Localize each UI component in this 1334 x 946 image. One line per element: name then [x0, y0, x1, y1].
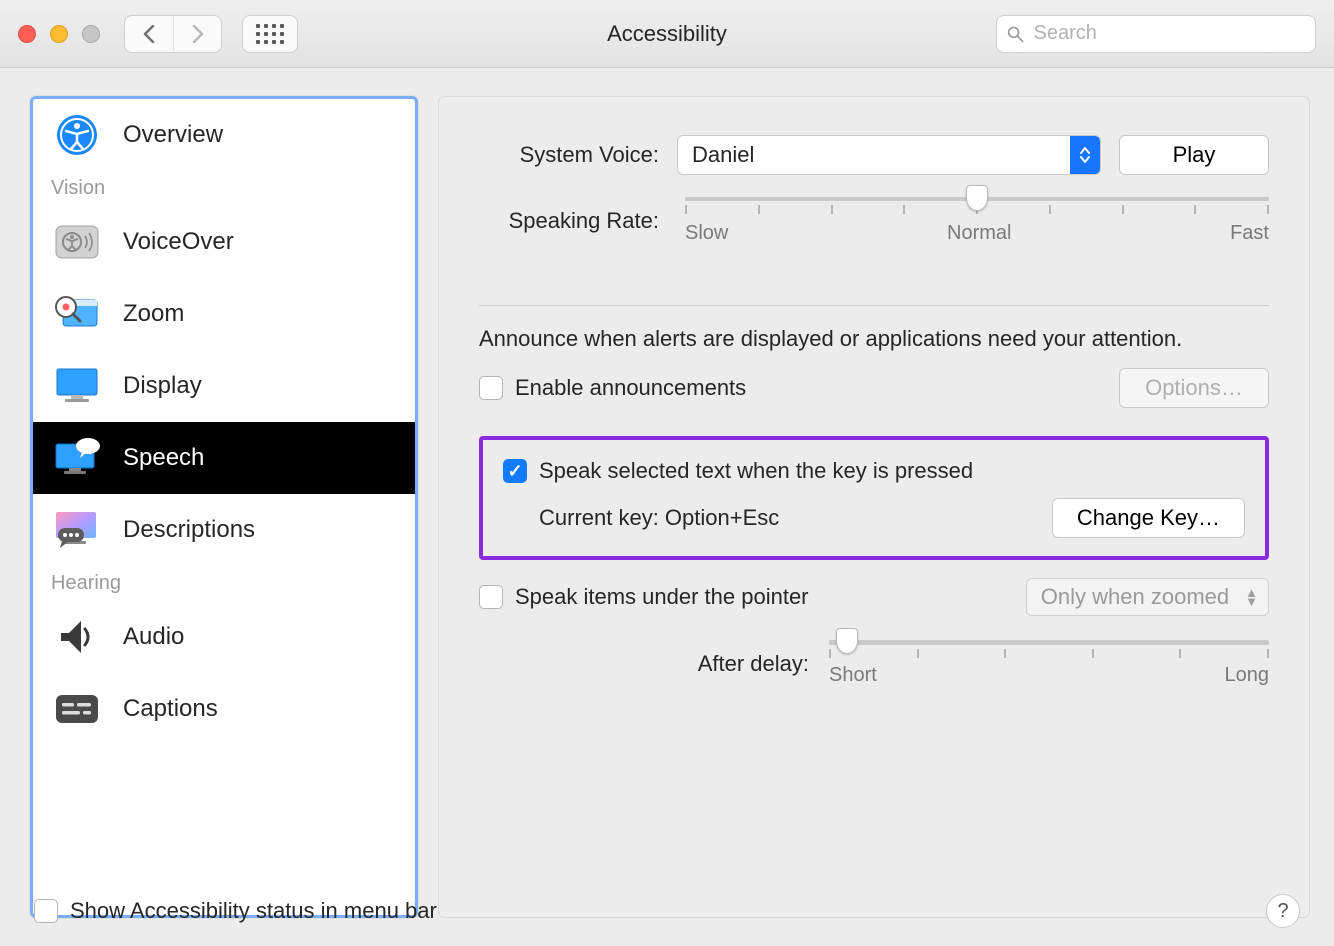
sidebar-item-captions[interactable]: Captions [33, 673, 415, 745]
zoom-window-button[interactable] [82, 25, 100, 43]
after-delay-row: After delay: Short Long [479, 640, 1269, 687]
divider [479, 305, 1269, 306]
speak-pointer-row: Speak items under the pointer Only when … [479, 578, 1269, 616]
sidebar-section-vision: Vision [33, 171, 415, 206]
system-voice-label: System Voice: [479, 142, 659, 168]
title-bar: Accessibility [0, 0, 1334, 68]
slider-thumb[interactable] [966, 185, 988, 211]
nav-group [124, 15, 222, 53]
updown-icon: ▲▼ [1245, 588, 1258, 606]
back-button[interactable] [125, 16, 173, 52]
system-voice-row: System Voice: Daniel Play [479, 135, 1269, 175]
slider-thumb[interactable] [836, 628, 858, 654]
help-button[interactable]: ? [1266, 894, 1300, 928]
sidebar[interactable]: Overview Vision VoiceOver Zoom Display S [30, 96, 418, 918]
play-voice-button[interactable]: Play [1119, 135, 1269, 175]
voiceover-icon [49, 218, 105, 266]
select-arrows-icon [1070, 136, 1100, 174]
sidebar-item-label: Descriptions [123, 516, 255, 544]
help-icon: ? [1277, 900, 1288, 923]
sidebar-item-label: Speech [123, 444, 204, 472]
zoom-icon [49, 290, 105, 338]
sidebar-item-audio[interactable]: Audio [33, 601, 415, 673]
sidebar-item-speech[interactable]: Speech [33, 422, 415, 494]
accessibility-icon [49, 111, 105, 159]
enable-announcements-row: Enable announcements Options… [479, 368, 1269, 408]
sidebar-item-overview[interactable]: Overview [33, 99, 415, 171]
sidebar-item-label: Display [123, 372, 202, 400]
speaking-rate-row: Speaking Rate: Slow Normal Fast [479, 197, 1269, 245]
show-status-checkbox[interactable] [34, 899, 58, 923]
chevron-left-icon [143, 25, 155, 43]
window-controls [18, 25, 100, 43]
speaking-rate-label: Speaking Rate: [479, 208, 659, 234]
delay-tick-long: Long [1225, 664, 1270, 687]
after-delay-slider[interactable]: Short Long [829, 640, 1269, 687]
search-box[interactable] [996, 15, 1316, 53]
sidebar-item-voiceover[interactable]: VoiceOver [33, 206, 415, 278]
announcements-options-button: Options… [1119, 368, 1269, 408]
system-voice-value: Daniel [692, 142, 754, 168]
sidebar-item-display[interactable]: Display [33, 350, 415, 422]
pointer-mode-value: Only when zoomed [1041, 584, 1229, 610]
forward-button[interactable] [173, 16, 221, 52]
speaking-rate-slider[interactable]: Slow Normal Fast [685, 197, 1269, 245]
close-window-button[interactable] [18, 25, 36, 43]
display-icon [49, 362, 105, 410]
grid-icon [256, 24, 284, 44]
speak-pointer-label: Speak items under the pointer [515, 584, 809, 610]
enable-announcements-checkbox[interactable] [479, 376, 503, 400]
sidebar-section-hearing: Hearing [33, 566, 415, 601]
show-all-button[interactable] [242, 15, 298, 53]
sidebar-item-label: Captions [123, 695, 218, 723]
sidebar-item-label: Zoom [123, 300, 184, 328]
change-key-button[interactable]: Change Key… [1052, 498, 1245, 538]
after-delay-label: After delay: [529, 651, 809, 677]
sidebar-item-label: Audio [123, 623, 184, 651]
current-key-label: Current key: Option+Esc [539, 505, 779, 531]
speak-selected-text-checkbox[interactable] [503, 459, 527, 483]
speak-pointer-checkbox[interactable] [479, 585, 503, 609]
rate-tick-fast: Fast [1230, 222, 1269, 245]
audio-icon [49, 613, 105, 661]
speech-icon [49, 434, 105, 482]
speak-selected-text-label: Speak selected text when the key is pres… [539, 458, 973, 484]
announce-description: Announce when alerts are displayed or ap… [479, 326, 1269, 352]
chevron-right-icon [192, 25, 204, 43]
sidebar-item-label: VoiceOver [123, 228, 234, 256]
sidebar-item-descriptions[interactable]: Descriptions [33, 494, 415, 566]
footer-row: Show Accessibility status in menu bar [34, 898, 437, 924]
speak-key-highlight: Speak selected text when the key is pres… [479, 436, 1269, 560]
system-voice-select[interactable]: Daniel [677, 135, 1101, 175]
rate-tick-normal: Normal [947, 222, 1011, 245]
enable-announcements-label: Enable announcements [515, 375, 746, 401]
rate-tick-slow: Slow [685, 222, 728, 245]
show-status-label: Show Accessibility status in menu bar [70, 898, 437, 924]
captions-icon [49, 685, 105, 733]
content: Overview Vision VoiceOver Zoom Display S [0, 68, 1334, 946]
sidebar-item-zoom[interactable]: Zoom [33, 278, 415, 350]
search-input[interactable] [1032, 21, 1306, 46]
pointer-mode-select: Only when zoomed ▲▼ [1026, 578, 1269, 616]
descriptions-icon [49, 506, 105, 554]
search-icon [1007, 25, 1024, 43]
sidebar-item-label: Overview [123, 121, 223, 149]
main-panel: System Voice: Daniel Play Speaking Rate: [438, 96, 1310, 918]
minimize-window-button[interactable] [50, 25, 68, 43]
delay-tick-short: Short [829, 664, 877, 687]
